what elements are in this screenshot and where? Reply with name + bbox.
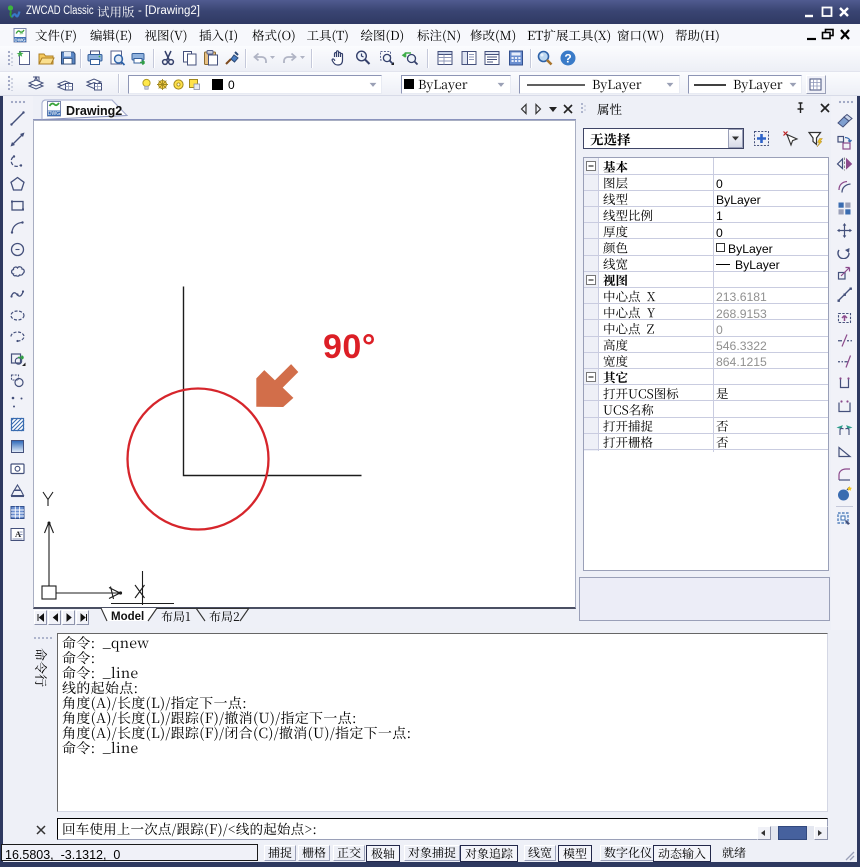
svg-text:A: A <box>15 529 22 539</box>
svg-text:?: ? <box>564 51 571 65</box>
svg-text:90°: 90° <box>323 328 376 366</box>
svg-text:DWG: DWG <box>48 111 60 117</box>
svg-text:DWG: DWG <box>14 37 26 42</box>
